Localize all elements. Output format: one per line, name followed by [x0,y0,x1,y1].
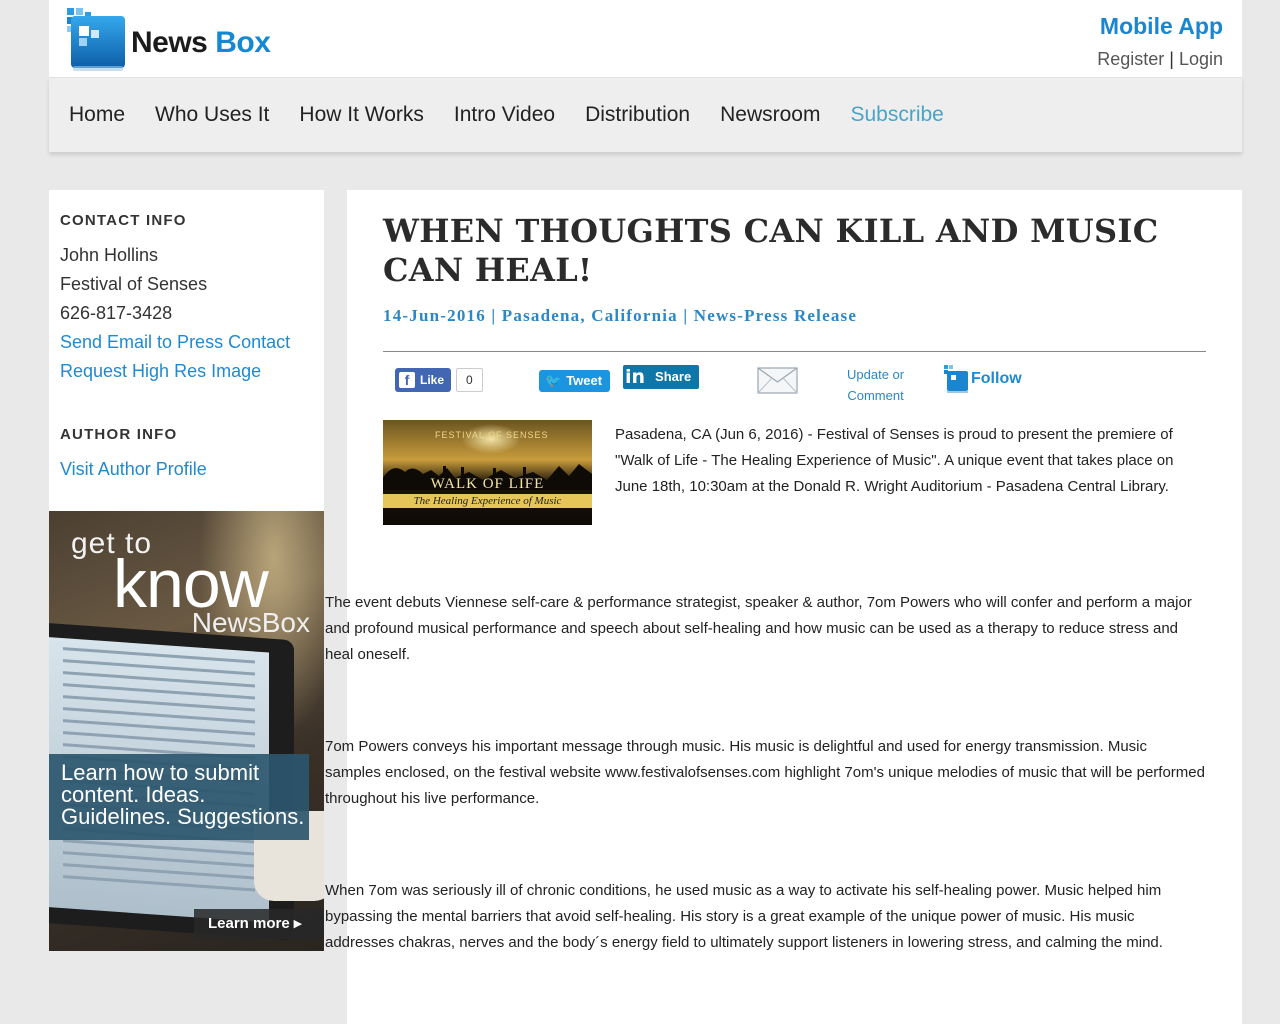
contact-info-heading: CONTACT INFO [60,212,187,229]
contact-name: John Hollins [60,245,159,265]
author-profile-link[interactable]: Visit Author Profile [60,455,313,484]
register-link[interactable]: Register [1097,49,1164,69]
article-title: WHEN THOUGHTS CAN KILL AND MUSIC CAN HEA… [383,212,1159,289]
linkedin-share-button[interactable]: in Share [623,365,700,389]
follow-button[interactable]: Follow [943,364,1022,394]
newsbox-logo[interactable]: News Box [65,4,295,76]
contact-organization: Festival of Senses [60,274,208,294]
linkedin-icon: in [625,366,646,388]
ad-box-line-3: Guidelines. Suggestions. [61,804,305,829]
article-intro: Pasadena, CA (Jun 6, 2016) - Festival of… [615,426,1174,495]
tweet-label: Tweet [566,373,603,388]
update-line-1: Update or [847,367,905,382]
nav-item-home[interactable]: Home [69,103,125,127]
share-bar: f Like 0 🐦 Tweet in Share Update or Comm… [383,362,1206,412]
update-or-comment-link[interactable]: Update or Comment [847,364,904,406]
site-header: News Box Mobile App Register | Login [49,0,1242,77]
article-paragraph: 7om Powers conveys his important message… [325,738,1205,807]
nav-item-intro-video[interactable]: Intro Video [454,103,555,127]
article-location: Pasadena, California [501,306,678,325]
ad-box-line-2: content. Ideas. [61,782,206,807]
logo-word-news: News [131,26,208,59]
nav-item-who-uses-it[interactable]: Who Uses It [155,103,269,127]
facebook-like-button[interactable]: f Like [395,368,452,392]
article-container: WHEN THOUGHTS CAN KILL AND MUSIC CAN HEA… [325,190,1242,1024]
account-separator: | [1169,49,1174,69]
article-date: 14-Jun-2016 [383,306,486,325]
nav-item-subscribe[interactable]: Subscribe [850,103,943,127]
newsbox-follow-icon [944,365,968,393]
account-links: Register | Login [1097,49,1223,70]
tweet-button[interactable]: 🐦 Tweet [539,370,611,392]
facebook-icon: f [399,372,415,388]
linkedin-share-label: Share [655,369,692,384]
send-email-link[interactable]: Send Email to Press Contact [60,328,313,357]
walk-of-life-event-image[interactable]: FESTIVAL OF SENSES WALK OF LIFE The Heal… [383,420,592,525]
twitter-bird-icon: 🐦 [545,373,562,388]
main-nav: Home Who Uses It How It Works Intro Vide… [49,77,1242,152]
sidebar: CONTACT INFO John Hollins Festival of Se… [49,190,324,511]
dateline-separator: | [683,306,689,325]
ad-box-line-1: Learn how to submit [61,760,260,785]
facebook-like-label: Like [420,373,445,387]
newsbox-logo-icon [67,8,125,71]
logo-word-box: Box [215,26,271,59]
ad-newsbox-text: NewsBox [191,607,310,638]
title-divider [383,351,1206,352]
hero-subtitle-text: The Healing Experience of Music [383,494,592,508]
ad-learn-more-button[interactable]: Learn more ▸ [194,909,324,939]
nav-item-how-it-works[interactable]: How It Works [299,103,423,127]
dateline-separator: | [491,306,497,325]
nav-item-newsroom[interactable]: Newsroom [720,103,820,127]
facebook-like-count: 0 [456,368,483,392]
request-image-link[interactable]: Request High Res Image [60,357,313,386]
nav-item-distribution[interactable]: Distribution [585,103,690,127]
article-category: News-Press Release [693,306,858,325]
article-paragraph: The event debuts Viennese self-care & pe… [325,594,1192,663]
contact-phone: 626-817-3428 [60,303,173,323]
get-to-know-newsbox-ad[interactable]: get to know NewsBox Learn how to submit … [49,511,324,951]
update-line-2: Comment [847,388,904,403]
author-info-heading: AUTHOR INFO [60,426,178,443]
follow-label: Follow [971,370,1022,387]
article-paragraph: When 7om was seriously ill of chronic co… [325,882,1163,951]
facebook-like-widget: f Like 0 [395,368,483,392]
hero-title-text: WALK OF LIFE [430,476,545,492]
login-link[interactable]: Login [1179,49,1223,69]
article-dateline: 14-Jun-2016 | Pasadena, California | New… [383,306,857,326]
mobile-app-link[interactable]: Mobile App [1100,13,1223,40]
email-envelope-icon[interactable] [757,367,798,394]
hero-brand-text: FESTIVAL OF SENSES [435,430,549,440]
ad-info-box: Learn how to submit content. Ideas. Guid… [49,754,309,840]
